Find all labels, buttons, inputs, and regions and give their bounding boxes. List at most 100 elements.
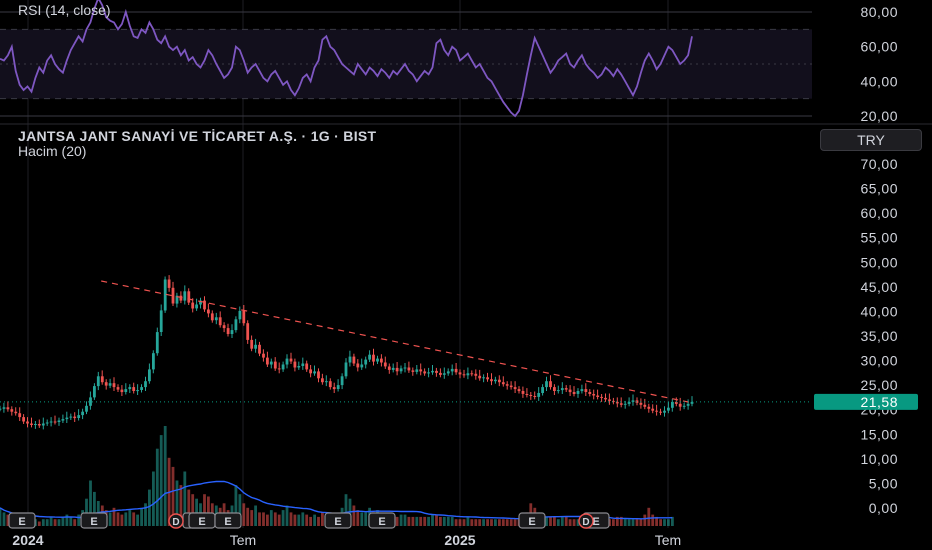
rsi-indicator-label[interactable]: RSI (14, close): [18, 2, 111, 18]
candle-body: [387, 366, 391, 370]
candle-body: [651, 408, 655, 411]
volume-indicator-label[interactable]: Hacim (20): [18, 143, 86, 159]
volume-bar: [73, 519, 77, 526]
candle-body: [596, 395, 600, 397]
candle-body: [277, 368, 281, 370]
candle-body: [285, 358, 289, 365]
volume-bar: [281, 510, 285, 526]
candle-body: [144, 381, 147, 388]
candle-body: [234, 319, 238, 331]
volume-bar: [352, 505, 356, 526]
candle-body: [325, 381, 328, 383]
candle-body: [391, 367, 395, 370]
candle-body: [446, 371, 450, 374]
candle-body: [442, 373, 446, 375]
volume-bar: [549, 516, 552, 526]
candle-body: [545, 381, 548, 388]
volume-bar: [120, 514, 124, 526]
volume-bar: [407, 516, 411, 526]
volume-bar: [140, 507, 143, 526]
dividend-marker: D: [168, 513, 184, 529]
volume-bar: [651, 514, 655, 526]
candle-body: [187, 291, 191, 303]
candle-body: [30, 423, 33, 425]
chart-canvas[interactable]: EEEEEEEEEDD 70,0065,0060,0055,0050,0045,…: [0, 0, 932, 550]
candle-body: [258, 344, 261, 354]
currency-button[interactable]: TRY: [820, 129, 922, 151]
time-tick-label: 2025: [444, 532, 475, 548]
candle-body: [301, 363, 305, 366]
price-tick-label: 40,00: [860, 303, 898, 319]
volume-bar: [144, 503, 147, 526]
volume-bar: [250, 510, 254, 526]
volume-bar: [612, 519, 615, 526]
candle-body: [686, 403, 690, 406]
candle-body: [521, 391, 525, 394]
candle-body: [321, 378, 324, 383]
price-tick-label: 10,00: [860, 451, 898, 467]
volume-bar: [305, 514, 309, 526]
volume-bar: [486, 519, 489, 526]
price-tick-label: 30,00: [860, 353, 898, 369]
volume-bar: [509, 519, 513, 526]
earnings-marker-label: E: [90, 516, 97, 528]
volume-bar: [462, 519, 466, 526]
volume-bar: [124, 512, 128, 526]
candle-body: [383, 362, 387, 367]
dividend-marker: D: [578, 513, 594, 529]
volume-bar: [419, 516, 423, 526]
volume-bar: [564, 516, 568, 526]
candle-body: [478, 375, 482, 379]
volume-bar: [446, 516, 450, 526]
price-tick-label: 65,00: [860, 181, 898, 197]
volume-bar: [458, 519, 462, 526]
volume-bar: [415, 516, 419, 526]
candle-body: [45, 422, 49, 424]
volume-bar: [478, 519, 482, 526]
candle-body: [376, 358, 379, 362]
candle-body: [269, 361, 273, 365]
candle-body: [85, 405, 88, 412]
volume-bar: [505, 519, 509, 526]
candle-body: [533, 396, 537, 397]
volume-bar: [108, 512, 112, 526]
candle-body: [576, 391, 580, 394]
candle-body: [458, 372, 462, 375]
candle-body: [403, 367, 407, 369]
volume-bar: [631, 519, 635, 526]
volume-bar: [568, 519, 572, 526]
candle-body: [167, 279, 171, 288]
volume-bar: [289, 512, 293, 526]
volume-bar: [246, 507, 250, 526]
candle-body: [207, 309, 210, 314]
candle-body: [553, 387, 556, 391]
volume-bar: [148, 489, 151, 526]
candle-body: [159, 310, 163, 332]
dividend-marker-label: D: [172, 517, 179, 528]
volume-bar: [454, 519, 458, 526]
candle-body: [525, 394, 529, 395]
volume-bar: [360, 512, 364, 526]
volume-bar: [262, 512, 265, 526]
volume-bar: [643, 514, 647, 526]
volume-bar: [317, 516, 320, 526]
earnings-marker: E: [214, 512, 242, 529]
candle-body: [210, 313, 214, 321]
candle-body: [289, 358, 293, 362]
candle-body: [344, 362, 348, 377]
candle-body: [309, 369, 312, 374]
candle-body: [222, 325, 226, 329]
candle-body: [313, 371, 316, 374]
volume-bar: [572, 519, 576, 526]
volume-bar: [356, 510, 360, 526]
candle-body: [148, 369, 151, 382]
candle-body: [643, 404, 647, 407]
candle-body: [564, 388, 568, 390]
candle-body: [348, 356, 352, 363]
volume-bar: [501, 519, 505, 526]
price-tick-label: 60,00: [860, 205, 898, 221]
candle-body: [116, 387, 120, 390]
candle-body: [22, 417, 25, 422]
candle-body: [132, 387, 136, 391]
candle-body: [81, 411, 84, 416]
